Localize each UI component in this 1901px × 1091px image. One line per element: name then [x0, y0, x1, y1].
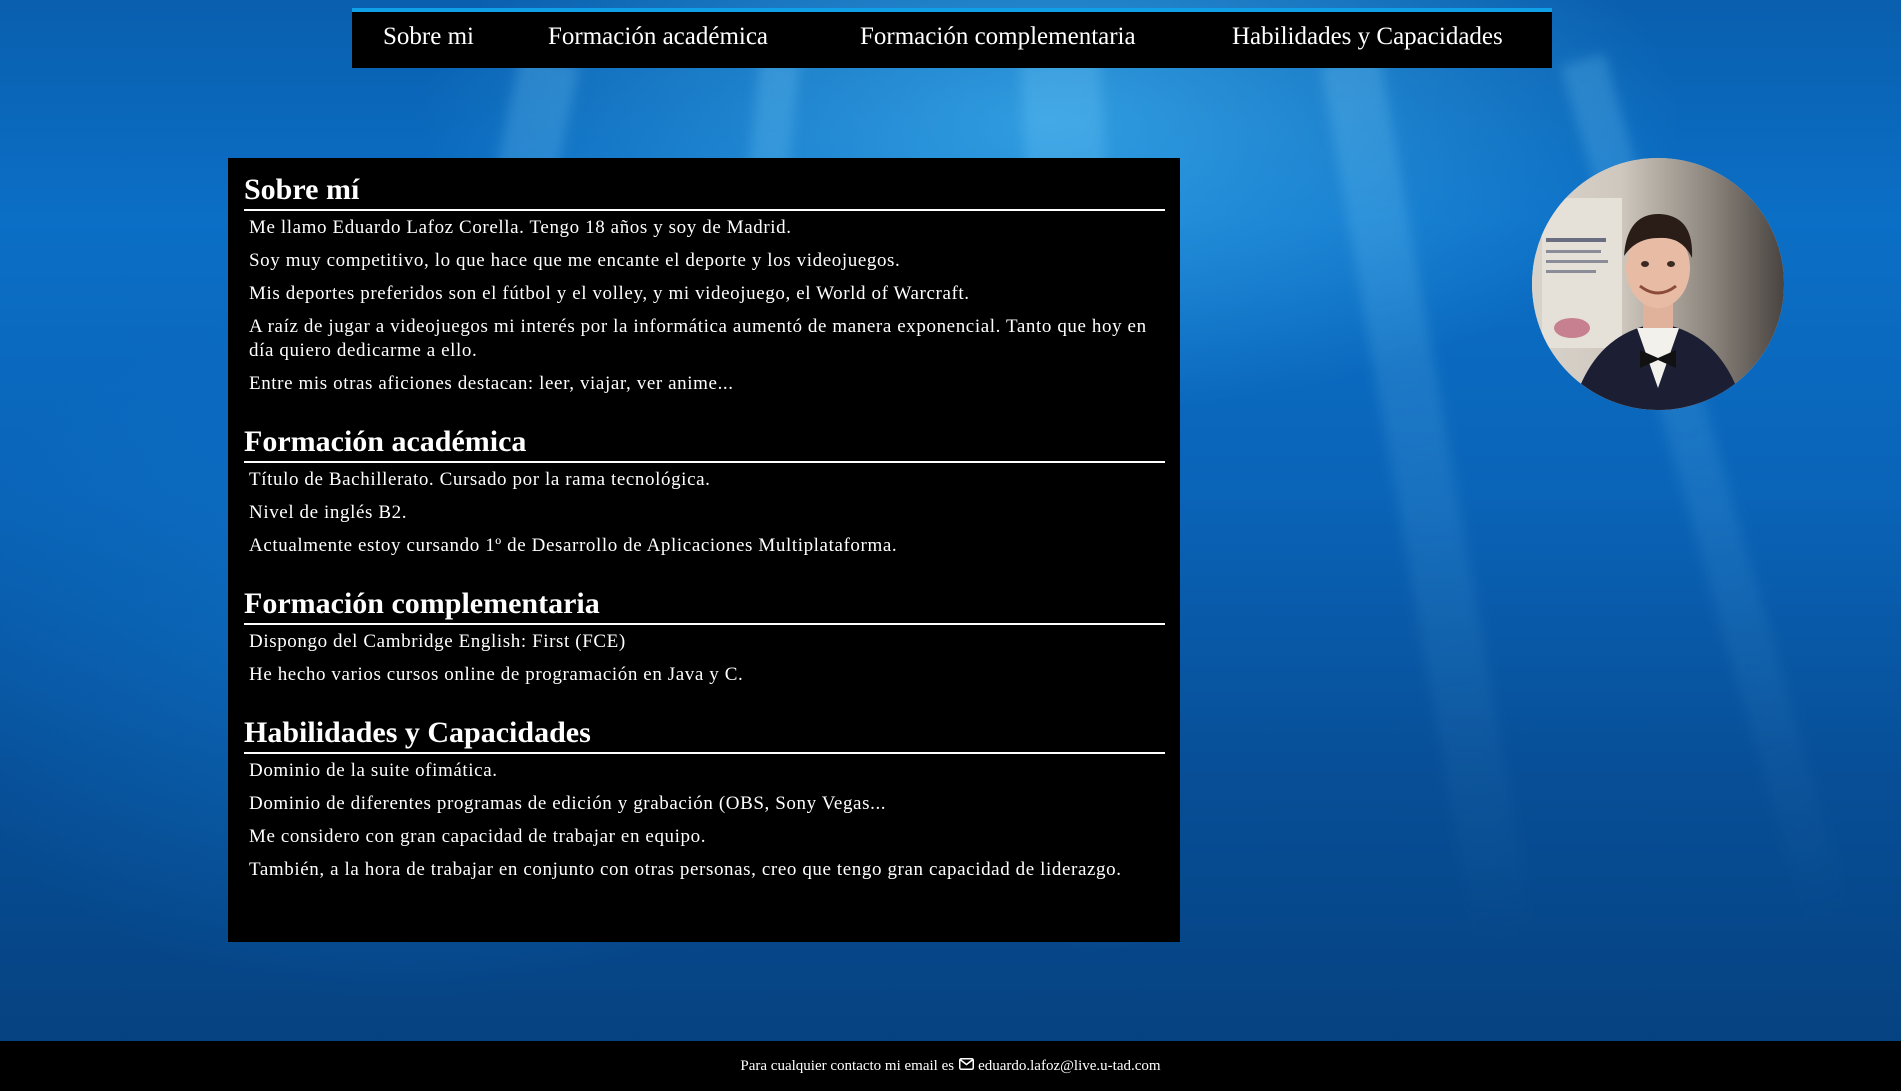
paragraph: También, a la hora de trabajar en conjun… [249, 859, 1122, 880]
section-title: Habilidades y Capacidades [244, 715, 1165, 754]
top-navigation: Sobre mi Formación académica Formación c… [352, 8, 1552, 68]
paragraph: Me considero con gran capacidad de traba… [249, 826, 707, 847]
section-sobre-mi: Sobre mí Me llamo Eduardo Lafoz Corella.… [244, 172, 1165, 396]
nav-link-formacion-complementaria[interactable]: Formación complementaria [860, 23, 1136, 51]
section-title: Formación complementaria [244, 586, 1165, 625]
paragraph: Entre mis otras aficiones destacan: leer… [249, 373, 734, 394]
section-title: Formación académica [244, 424, 1165, 463]
paragraph: Nivel de inglés B2. [249, 502, 408, 523]
section-title: Sobre mí [244, 172, 1165, 211]
content-panel: Sobre mí Me llamo Eduardo Lafoz Corella.… [228, 158, 1180, 942]
footer-text: Para cualquier contacto mi email es [740, 1057, 955, 1074]
profile-photo [1532, 158, 1784, 410]
paragraph: Título de Bachillerato. Cursado por la r… [249, 469, 711, 490]
footer: Para cualquier contacto mi email es edua… [0, 1041, 1901, 1091]
background-light-ray [1320, 54, 1536, 952]
paragraph: Dominio de diferentes programas de edici… [249, 793, 887, 814]
footer-email-link[interactable]: eduardo.lafoz@live.u-tad.com [978, 1058, 1161, 1075]
person-portrait-icon [1532, 158, 1784, 410]
paragraph: A raíz de jugar a videojuegos mi interés… [249, 316, 1147, 361]
nav-link-formacion-academica[interactable]: Formación académica [548, 23, 768, 51]
section-habilidades: Habilidades y Capacidades Dominio de la … [244, 715, 1165, 882]
section-formacion-complementaria: Formación complementaria Dispongo del Ca… [244, 586, 1165, 687]
nav-link-habilidades[interactable]: Habilidades y Capacidades [1232, 23, 1503, 51]
nav-link-sobre-mi[interactable]: Sobre mi [383, 23, 474, 51]
paragraph: Me llamo Eduardo Lafoz Corella. Tengo 18… [249, 217, 792, 238]
paragraph: Mis deportes preferidos son el fútbol y … [249, 283, 970, 304]
paragraph: Dominio de la suite ofimática. [249, 760, 498, 781]
paragraph: Dispongo del Cambridge English: First (F… [249, 631, 626, 652]
section-formacion-academica: Formación académica Título de Bachillera… [244, 424, 1165, 558]
envelope-icon [959, 1057, 975, 1075]
paragraph: Soy muy competitivo, lo que hace que me … [249, 250, 901, 271]
paragraph: He hecho varios cursos online de program… [249, 664, 744, 685]
paragraph: Actualmente estoy cursando 1º de Desarro… [249, 535, 898, 556]
